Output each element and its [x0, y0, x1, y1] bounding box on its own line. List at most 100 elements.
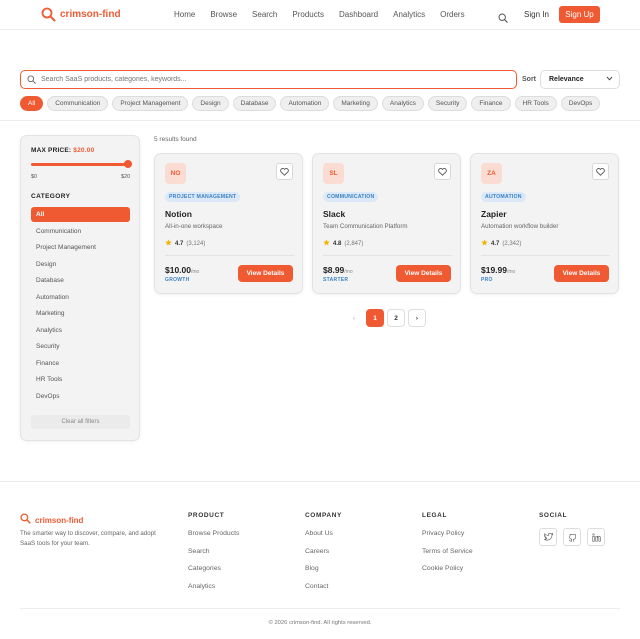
star-icon	[481, 239, 488, 248]
product-name[interactable]: Slack	[323, 209, 345, 219]
chip-automation[interactable]: Automation	[280, 96, 330, 111]
category-item-all[interactable]: All	[31, 207, 130, 222]
linkedin-icon[interactable]	[587, 528, 605, 546]
max-price-heading: MAX PRICE: $20.00	[31, 147, 94, 154]
category-item-hr-tools[interactable]: HR Tools	[31, 372, 130, 387]
github-icon[interactable]	[563, 528, 581, 546]
product-name[interactable]: Notion	[165, 209, 192, 219]
nav-home[interactable]: Home	[174, 10, 195, 19]
chip-marketing[interactable]: Marketing	[333, 96, 378, 111]
top-navbar: crimson-find Home Browse Search Products…	[0, 0, 640, 30]
chip-project-management[interactable]: Project Management	[112, 96, 189, 111]
clear-filters-button[interactable]: Clear all filters	[31, 415, 130, 429]
price-slider-track[interactable]	[31, 163, 128, 166]
chip-devops[interactable]: DevOps	[560, 96, 601, 111]
plan-name: PRO	[481, 277, 493, 283]
star-icon	[165, 239, 172, 248]
sort-label: Sort	[522, 76, 536, 83]
footer-link[interactable]: Search	[188, 548, 239, 566]
product-card[interactable]: ZA AUTOMATION Zapier Automation workflow…	[470, 153, 619, 294]
footer-link[interactable]: Careers	[305, 548, 342, 566]
chip-all[interactable]: All	[20, 96, 44, 111]
card-divider	[323, 255, 452, 256]
chip-security[interactable]: Security	[427, 96, 468, 111]
review-count: (2,342)	[502, 240, 522, 247]
search-section: Sort Relevance All Communication Project…	[0, 60, 640, 121]
footer-heading: SOCIAL	[539, 512, 568, 519]
search-bar[interactable]	[20, 70, 517, 89]
favorite-button[interactable]	[276, 163, 293, 180]
chip-finance[interactable]: Finance	[471, 96, 511, 111]
view-details-button[interactable]: View Details	[554, 265, 609, 282]
footer-link[interactable]: Blog	[305, 565, 342, 583]
review-count: (3,124)	[186, 240, 206, 247]
product-name[interactable]: Zapier	[481, 209, 507, 219]
footer-logo[interactable]: crimson-find	[20, 511, 83, 529]
price-slider-handle[interactable]	[124, 160, 132, 168]
search-input[interactable]	[41, 76, 481, 83]
category-item-database[interactable]: Database	[31, 273, 130, 288]
footer-link[interactable]: Privacy Policy	[422, 530, 473, 548]
product-description: Team Communication Platform	[323, 223, 408, 230]
favorite-button[interactable]	[434, 163, 451, 180]
site-footer: crimson-find The smarter way to discover…	[0, 481, 640, 639]
favorite-button[interactable]	[592, 163, 609, 180]
footer-divider	[20, 608, 620, 609]
footer-link[interactable]: Cookie Policy	[422, 565, 473, 583]
product-description: Automation workflow builder	[481, 223, 559, 230]
category-item-security[interactable]: Security	[31, 339, 130, 354]
footer-link[interactable]: Analytics	[188, 583, 239, 601]
chip-design[interactable]: Design	[192, 96, 229, 111]
footer-link[interactable]: Contact	[305, 583, 342, 601]
nav-browse[interactable]: Browse	[210, 10, 237, 19]
view-details-button[interactable]: View Details	[396, 265, 451, 282]
chip-communication[interactable]: Communication	[47, 96, 109, 111]
heart-icon	[596, 163, 605, 181]
product-card[interactable]: SL COMMUNICATION Slack Team Communicatio…	[312, 153, 461, 294]
product-card[interactable]: NO PROJECT MANAGEMENT Notion All-in-one …	[154, 153, 303, 294]
twitter-icon[interactable]	[539, 528, 557, 546]
sort-value: Relevance	[549, 76, 584, 83]
next-page-button[interactable]: ›	[408, 309, 426, 327]
slider-min-label: $0	[31, 174, 38, 180]
card-divider	[481, 255, 610, 256]
footer-link[interactable]: Categories	[188, 565, 239, 583]
signin-link[interactable]: Sign In	[524, 10, 549, 19]
chip-analytics[interactable]: Analytics	[381, 96, 424, 111]
category-item-finance[interactable]: Finance	[31, 356, 130, 371]
footer-link[interactable]: Terms of Service	[422, 548, 473, 566]
chip-hr-tools[interactable]: HR Tools	[514, 96, 557, 111]
signup-button[interactable]: Sign Up	[559, 6, 600, 23]
product-avatar: SL	[323, 163, 344, 184]
category-item-analytics[interactable]: Analytics	[31, 323, 130, 338]
category-item-communication[interactable]: Communication	[31, 224, 130, 239]
category-item-design[interactable]: Design	[31, 257, 130, 272]
social-links	[539, 528, 605, 546]
footer-col-product: PRODUCT Browse Products Search Categorie…	[188, 512, 239, 600]
product-rating: 4.7 (2,342)	[481, 239, 521, 248]
nav-dashboard[interactable]: Dashboard	[339, 10, 378, 19]
prev-page-button[interactable]: ‹	[345, 309, 363, 327]
page-button-1[interactable]: 1	[366, 309, 384, 327]
page-button-2[interactable]: 2	[387, 309, 405, 327]
footer-brand-name: crimson-find	[35, 515, 84, 525]
sort-dropdown[interactable]: Relevance	[540, 70, 620, 89]
header-search-icon[interactable]	[498, 10, 508, 23]
footer-link[interactable]: Browse Products	[188, 530, 239, 548]
heart-icon	[438, 163, 447, 181]
nav-products[interactable]: Products	[292, 10, 324, 19]
category-item-project-management[interactable]: Project Management	[31, 240, 130, 255]
footer-link[interactable]: About Us	[305, 530, 342, 548]
nav-analytics[interactable]: Analytics	[393, 10, 425, 19]
chip-database[interactable]: Database	[232, 96, 277, 111]
category-item-devops[interactable]: DevOps	[31, 389, 130, 404]
price-amount: $10.00	[165, 265, 191, 275]
nav-search[interactable]: Search	[252, 10, 277, 19]
view-details-button[interactable]: View Details	[238, 265, 293, 282]
category-item-automation[interactable]: Automation	[31, 290, 130, 305]
nav-orders[interactable]: Orders	[440, 10, 464, 19]
category-item-marketing[interactable]: Marketing	[31, 306, 130, 321]
footer-heading: PRODUCT	[188, 512, 225, 519]
category-tag: COMMUNICATION	[323, 192, 379, 202]
brand-logo[interactable]: crimson-find	[41, 7, 121, 22]
